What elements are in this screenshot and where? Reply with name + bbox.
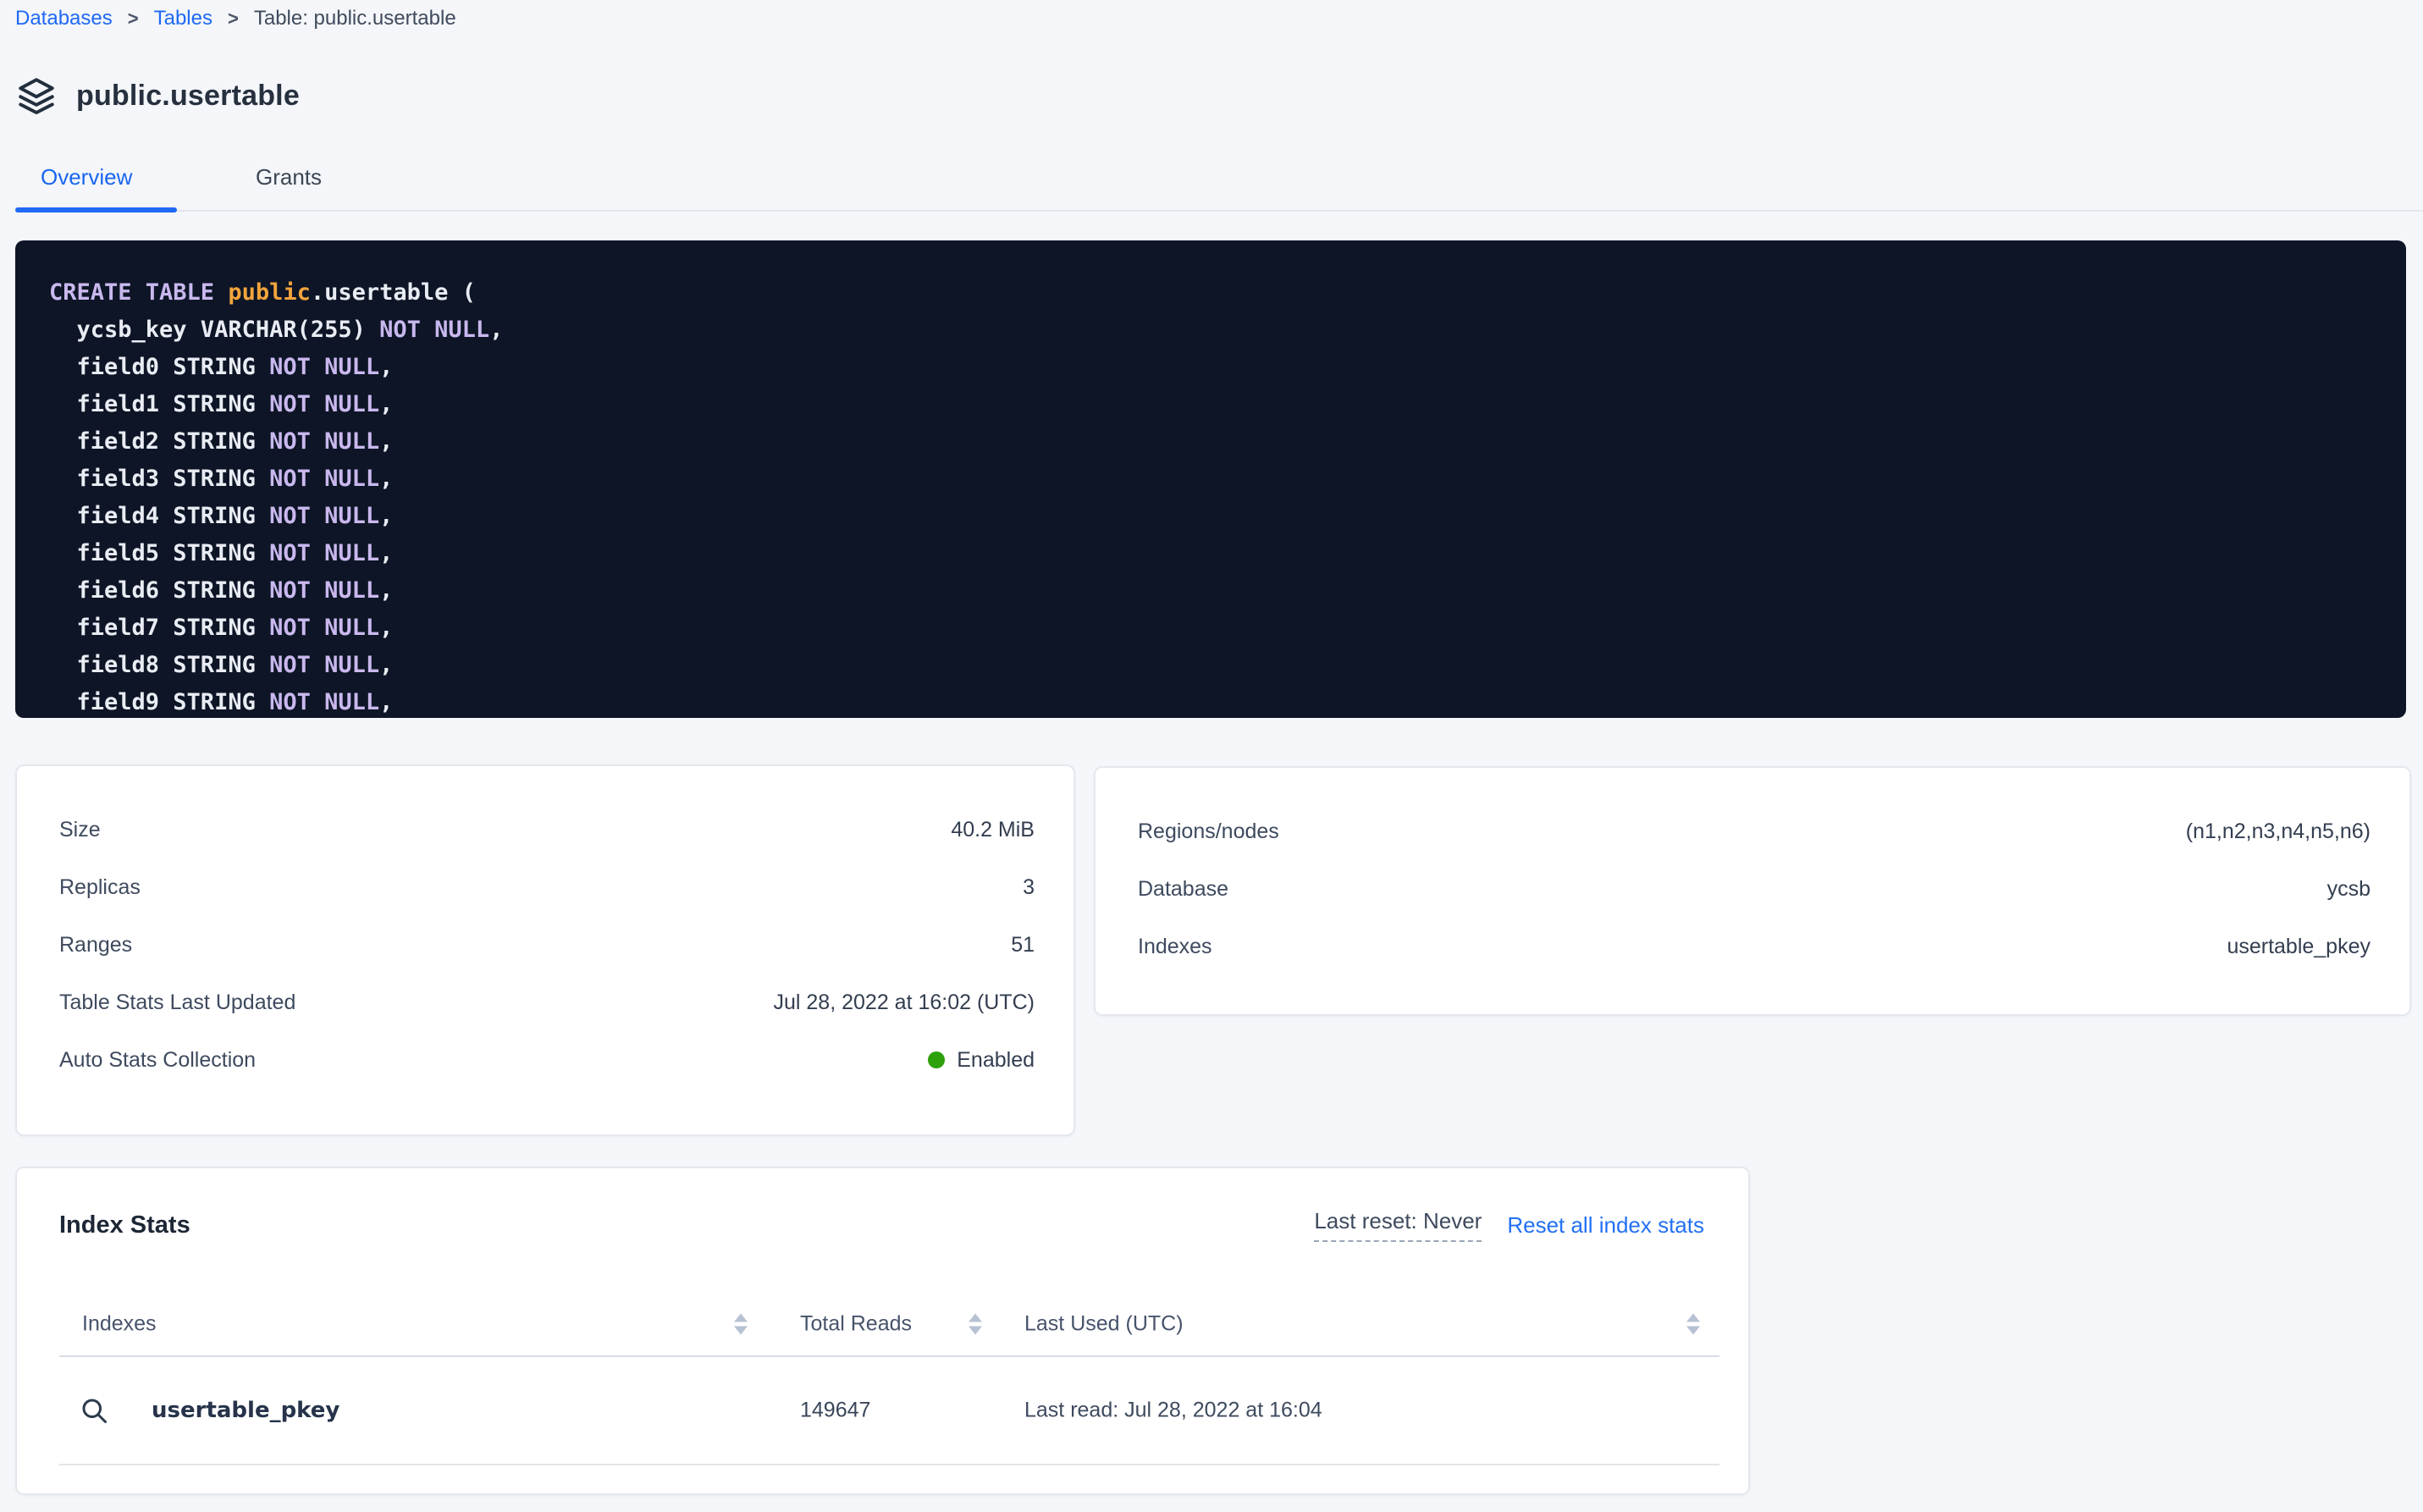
column-header-indexes: Indexes: [82, 1312, 157, 1337]
sql-line: field6 STRING NOT NULL,: [49, 572, 2372, 610]
sql-line: field7 STRING NOT NULL,: [49, 610, 2372, 647]
index-total-reads: 149647: [800, 1399, 870, 1423]
stat-label: Replicas: [59, 875, 141, 900]
stat-row: Size 40.2 MiB: [17, 801, 1074, 858]
index-stats-title: Index Stats: [59, 1211, 190, 1239]
create-table-statement: CREATE TABLE public.usertable ( ycsb_key…: [15, 240, 2406, 718]
stat-value: 51: [1011, 933, 1035, 957]
sql-line: ycsb_key VARCHAR(255) NOT NULL,: [49, 312, 2372, 349]
index-table-header: Indexes Total Reads Last Used (UTC): [17, 1300, 1748, 1348]
stat-value: Enabled: [928, 1048, 1035, 1073]
index-table-row: usertable_pkey 149647 Last read: Jul 28, 2…: [17, 1357, 1748, 1464]
stat-row: Auto Stats Collection Enabled: [17, 1031, 1074, 1089]
sort-arrows-icon[interactable]: [969, 1314, 982, 1335]
magnifier-icon: [79, 1395, 109, 1426]
stat-label: Ranges: [59, 933, 132, 957]
index-name-link[interactable]: usertable_pkey: [152, 1398, 339, 1423]
last-reset-label: Last reset: Never: [1314, 1208, 1482, 1242]
table-stack-icon: [15, 74, 58, 117]
sql-line: field4 STRING NOT NULL,: [49, 498, 2372, 535]
status-dot-green-icon: [928, 1051, 945, 1068]
stat-label: Auto Stats Collection: [59, 1048, 256, 1073]
sql-line: field1 STRING NOT NULL,: [49, 386, 2372, 423]
table-row-divider: [59, 1464, 1719, 1465]
tab-overview[interactable]: Overview: [41, 164, 132, 190]
stat-row: Regions/nodes (n1,n2,n3,n4,n5,n6): [1096, 803, 2409, 860]
stat-value: Jul 28, 2022 at 16:02 (UTC): [774, 991, 1035, 1015]
stat-value: 3: [1023, 875, 1035, 900]
stat-label: Indexes: [1138, 935, 1212, 959]
index-stats-header: Index Stats Last reset: Never Reset all …: [17, 1206, 1748, 1244]
column-header-total-reads: Total Reads: [800, 1312, 912, 1337]
stat-label: Table Stats Last Updated: [59, 991, 295, 1015]
sql-line: field5 STRING NOT NULL,: [49, 535, 2372, 572]
breadcrumb-link-tables[interactable]: Tables: [154, 7, 212, 30]
sql-line: CREATE TABLE public.usertable (: [49, 274, 2372, 312]
tab-grants[interactable]: Grants: [256, 164, 322, 190]
sql-line: field9 STRING NOT NULL,: [49, 684, 2372, 718]
stat-value: 40.2 MiB: [951, 818, 1035, 842]
sql-line: field8 STRING NOT NULL,: [49, 647, 2372, 684]
chevron-right-icon: >: [128, 7, 139, 30]
stat-value: usertable_pkey: [2227, 935, 2371, 959]
sort-arrows-icon[interactable]: [1686, 1314, 1700, 1335]
tab-bar: Overview Grants: [0, 144, 2423, 213]
breadcrumb: Databases > Tables > Table: public.usert…: [15, 7, 456, 30]
active-tab-indicator: [15, 207, 177, 212]
stat-row: Ranges 51: [17, 916, 1074, 974]
index-last-used: Last read: Jul 28, 2022 at 16:04: [1024, 1399, 1322, 1423]
column-header-last-used: Last Used (UTC): [1024, 1312, 1184, 1337]
stat-label: Regions/nodes: [1138, 819, 1279, 844]
sql-line: field3 STRING NOT NULL,: [49, 461, 2372, 498]
sql-line: field0 STRING NOT NULL,: [49, 349, 2372, 386]
page: Databases > Tables > Table: public.usert…: [0, 0, 2423, 1512]
table-meta-card: Regions/nodes (n1,n2,n3,n4,n5,n6) Database…: [1094, 766, 2411, 1016]
sort-arrows-icon[interactable]: [734, 1314, 748, 1335]
breadcrumb-current-table: Table: public.usertable: [254, 7, 456, 30]
stat-label: Size: [59, 818, 101, 842]
stat-value: (n1,n2,n3,n4,n5,n6): [2186, 819, 2371, 844]
tabs-divider: [15, 210, 2423, 212]
page-header: public.usertable: [15, 74, 300, 117]
table-details-card: Size 40.2 MiB Replicas 3 Ranges 51 Table Stats…: [15, 764, 1075, 1136]
page-title: public.usertable: [76, 80, 300, 113]
reset-all-index-stats-link[interactable]: Reset all index stats: [1507, 1212, 1704, 1239]
stat-row: Database ycsb: [1096, 860, 2409, 918]
sql-line: field2 STRING NOT NULL,: [49, 423, 2372, 461]
breadcrumb-link-databases[interactable]: Databases: [15, 7, 113, 30]
index-stats-card: Index Stats Last reset: Never Reset all …: [15, 1167, 1750, 1495]
stat-row: Indexes usertable_pkey: [1096, 918, 2409, 975]
stat-row: Replicas 3: [17, 858, 1074, 916]
stat-label: Database: [1138, 877, 1228, 902]
stat-value: ycsb: [2327, 877, 2371, 902]
chevron-right-icon: >: [228, 7, 239, 30]
stat-row: Table Stats Last Updated Jul 28, 2022 at …: [17, 974, 1074, 1031]
